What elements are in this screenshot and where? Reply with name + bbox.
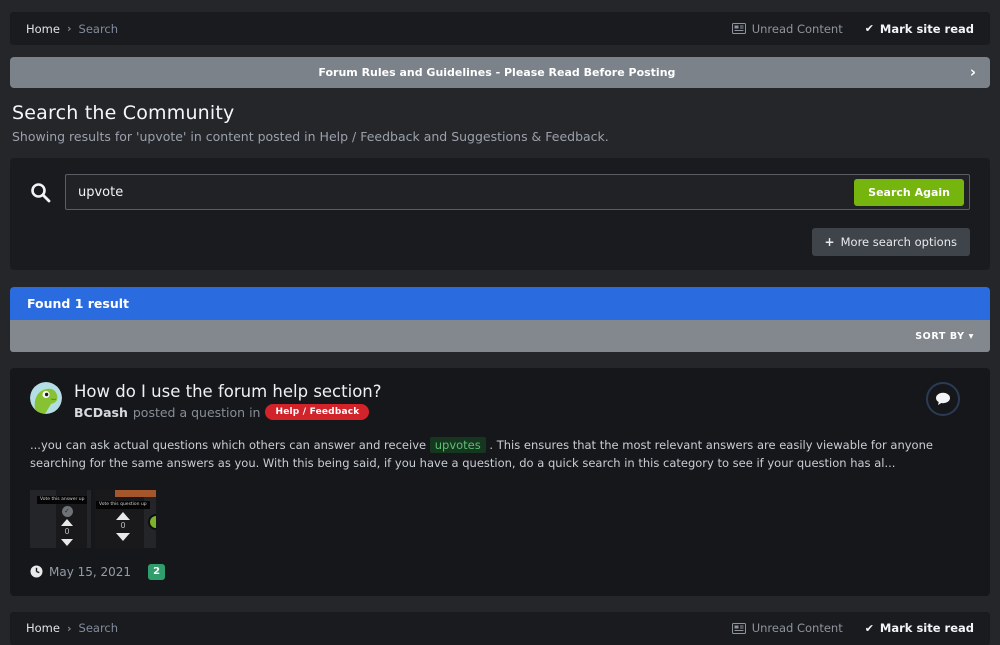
bottom-bar-actions: Unread Content ✔ Mark site read <box>732 621 974 635</box>
check-icon: ✔ <box>865 22 874 35</box>
bottom-bar: Home › Search Unread Content ✔ Mark site… <box>10 612 990 645</box>
downvote-arrow-icon <box>116 533 130 541</box>
vote-check-icon: ✓ <box>62 506 73 517</box>
breadcrumb-home-link[interactable]: Home <box>26 621 60 635</box>
avatar[interactable] <box>30 382 62 414</box>
result-title-link[interactable]: How do I use the forum help section? <box>74 382 382 401</box>
search-input[interactable] <box>78 185 854 200</box>
thumbnail-vote-widget-2[interactable]: Vote this question up 0 <box>95 490 156 548</box>
breadcrumb-current: Search <box>79 621 119 635</box>
breadcrumb: Home › Search <box>26 22 118 36</box>
check-icon: ✔ <box>865 622 874 635</box>
snippet-highlight: upvotes <box>430 437 486 453</box>
forum-rules-text: Forum Rules and Guidelines - Please Read… <box>24 66 970 79</box>
page: Home › Search Unread Content ✔ Mark site… <box>0 0 1000 645</box>
mark-site-read-label: Mark site read <box>880 22 974 36</box>
page-subtitle: Showing results for 'upvote' in content … <box>12 129 988 144</box>
unread-content-link[interactable]: Unread Content <box>732 22 843 36</box>
clock-icon <box>30 565 43 578</box>
page-header: Search the Community Showing results for… <box>10 102 990 144</box>
thumbnail-tooltip-text: Vote this question up <box>96 501 150 510</box>
category-badge[interactable]: Help / Feedback <box>265 404 369 420</box>
content-type-badge[interactable] <box>926 382 960 416</box>
mini-avatar <box>148 514 156 530</box>
result-date-link[interactable]: May 15, 2021 <box>30 565 131 579</box>
search-input-shell: Search Again <box>65 174 970 210</box>
breadcrumb: Home › Search <box>26 621 118 635</box>
search-again-button[interactable]: Search Again <box>854 179 964 206</box>
attachment-thumbnails: Vote this answer up ✓ 0 Vote this questi… <box>30 490 970 548</box>
author-link[interactable]: BCDash <box>74 405 128 420</box>
downvote-arrow-icon <box>61 539 73 546</box>
breadcrumb-home-link[interactable]: Home <box>26 22 60 36</box>
upvote-arrow-icon <box>116 512 130 520</box>
sort-by-label: SORT BY <box>915 331 964 342</box>
result-date: May 15, 2021 <box>49 565 131 579</box>
vote-count: 0 <box>120 522 125 531</box>
thumbnail-vote-widget-1[interactable]: Vote this answer up ✓ 0 <box>30 490 91 548</box>
chevron-right-icon: › <box>67 22 72 35</box>
breadcrumb-current: Search <box>79 22 119 36</box>
more-search-options-label: More search options <box>841 235 957 249</box>
search-result-card: How do I use the forum help section? BCD… <box>10 368 990 596</box>
forum-rules-banner[interactable]: Forum Rules and Guidelines - Please Read… <box>10 57 990 88</box>
sort-by-dropdown[interactable]: SORT BY ▾ <box>915 331 974 342</box>
chevron-right-icon: › <box>67 622 72 635</box>
result-heading: How do I use the forum help section? BCD… <box>74 382 382 420</box>
sort-bar: SORT BY ▾ <box>10 320 990 352</box>
upvote-arrow-icon <box>61 519 73 526</box>
envelope-icon <box>732 623 746 634</box>
gecko-avatar-image <box>30 382 62 414</box>
found-results-text: Found 1 result <box>27 296 129 311</box>
byline-action-text: posted a question in <box>133 405 261 420</box>
mark-site-read-label: Mark site read <box>880 621 974 635</box>
snippet-before: ...you can ask actual questions which ot… <box>30 438 430 452</box>
mark-site-read-link[interactable]: ✔ Mark site read <box>865 621 974 635</box>
caret-down-icon: ▾ <box>969 331 974 342</box>
top-bar: Home › Search Unread Content ✔ Mark site… <box>10 12 990 45</box>
thumbnail-orange-bar <box>115 490 156 497</box>
vote-column: ✓ 0 <box>58 506 76 546</box>
unread-content-link[interactable]: Unread Content <box>732 621 843 635</box>
vote-column: 0 <box>113 512 133 541</box>
more-search-options-button[interactable]: + More search options <box>812 228 970 256</box>
found-results-bar: Found 1 result <box>10 287 990 320</box>
plus-icon: + <box>825 235 835 249</box>
result-meta: May 15, 2021 2 <box>30 564 970 580</box>
vote-count: 0 <box>64 528 69 537</box>
reply-count-badge[interactable]: 2 <box>148 564 165 580</box>
unread-content-label: Unread Content <box>752 22 843 36</box>
mark-site-read-link[interactable]: ✔ Mark site read <box>865 22 974 36</box>
speech-bubble-icon <box>935 392 951 406</box>
search-panel: Search Again + More search options <box>10 158 990 270</box>
page-title: Search the Community <box>12 102 988 124</box>
top-bar-actions: Unread Content ✔ Mark site read <box>732 22 974 36</box>
result-byline: BCDash posted a question in Help / Feedb… <box>74 404 382 420</box>
envelope-icon <box>732 23 746 34</box>
chevron-right-icon: › <box>970 65 976 80</box>
unread-content-label: Unread Content <box>752 621 843 635</box>
result-snippet: ...you can ask actual questions which ot… <box>30 436 970 473</box>
search-icon <box>30 182 51 203</box>
thumbnail-tooltip-text: Vote this answer up <box>37 496 87 505</box>
